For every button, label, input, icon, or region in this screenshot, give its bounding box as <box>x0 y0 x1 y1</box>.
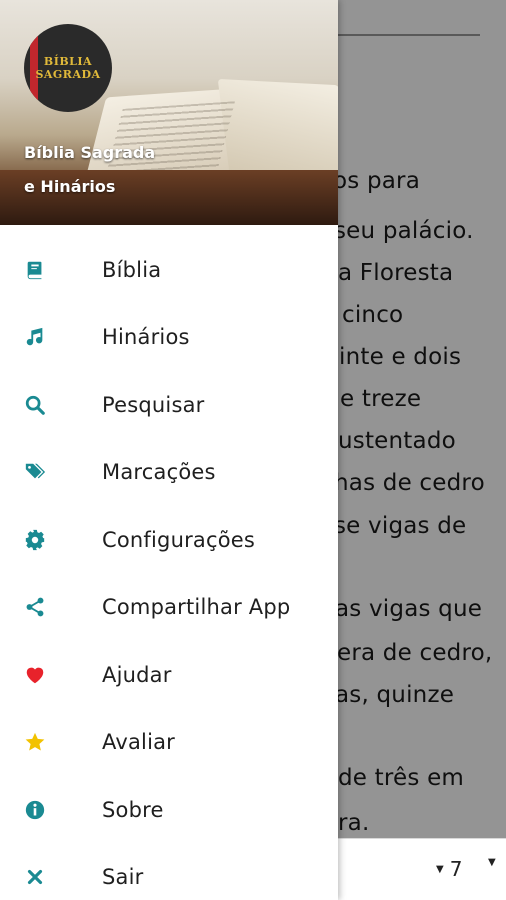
menu-item-marcacoes[interactable]: Marcações <box>0 439 338 507</box>
menu-item-label: Compartilhar App <box>102 595 291 620</box>
search-icon <box>22 392 48 418</box>
book-illustration <box>104 101 236 179</box>
menu-item-avaliar[interactable]: Avaliar <box>0 709 338 777</box>
menu-item-label: Hinários <box>102 325 190 350</box>
logo-text-line1: BÍBLIA <box>43 55 93 68</box>
app-title-line1: Bíblia Sagrada <box>24 143 156 162</box>
menu-item-pesquisar[interactable]: Pesquisar <box>0 371 338 439</box>
app-title-line2: e Hinários <box>24 177 116 196</box>
share-icon <box>22 594 48 620</box>
navigation-drawer: BÍBLIA SAGRADA Bíblia Sagrada e Hinários… <box>0 0 338 900</box>
next-dropdown[interactable]: ▼ <box>488 857 502 868</box>
menu-item-label: Pesquisar <box>102 392 205 417</box>
menu-item-configuracoes[interactable]: Configurações <box>0 506 338 574</box>
menu-item-label: Marcações <box>102 460 216 485</box>
chapter-selector[interactable]: ▼ 7 <box>436 857 462 881</box>
menu-item-label: Avaliar <box>102 730 176 755</box>
drawer-menu: Bíblia Hinários Pesquisar Marcações Conf… <box>0 236 338 900</box>
chapter-number: 7 <box>449 857 463 881</box>
menu-item-ajudar[interactable]: Ajudar <box>0 641 338 709</box>
menu-item-sair[interactable]: Sair <box>0 844 338 900</box>
star-icon <box>22 729 48 755</box>
menu-item-biblia[interactable]: Bíblia <box>0 236 338 304</box>
menu-item-sobre[interactable]: Sobre <box>0 776 338 844</box>
book-icon <box>22 257 48 283</box>
dropdown-arrow-icon: ▼ <box>436 863 444 875</box>
menu-item-hinarios[interactable]: Hinários <box>0 304 338 372</box>
heart-icon <box>22 662 48 688</box>
info-icon <box>22 797 48 823</box>
menu-item-label: Configurações <box>102 527 256 552</box>
close-icon <box>22 864 48 890</box>
music-note-icon <box>22 324 48 350</box>
tags-icon <box>22 459 48 485</box>
menu-item-compartilhar[interactable]: Compartilhar App <box>0 574 338 642</box>
drawer-header: BÍBLIA SAGRADA Bíblia Sagrada e Hinários <box>0 0 338 225</box>
menu-item-label: Bíblia <box>102 257 162 282</box>
dropdown-arrow-icon: ▼ <box>488 857 496 868</box>
menu-item-label: Ajudar <box>102 662 172 687</box>
app-logo: BÍBLIA SAGRADA <box>24 24 112 112</box>
bottom-navigation-bar: ▼ 7 ▼ <box>338 838 506 900</box>
logo-text-line2: SAGRADA <box>35 68 101 81</box>
menu-item-label: Sobre <box>102 797 164 822</box>
menu-item-label: Sair <box>102 865 144 890</box>
gear-icon <box>22 527 48 553</box>
